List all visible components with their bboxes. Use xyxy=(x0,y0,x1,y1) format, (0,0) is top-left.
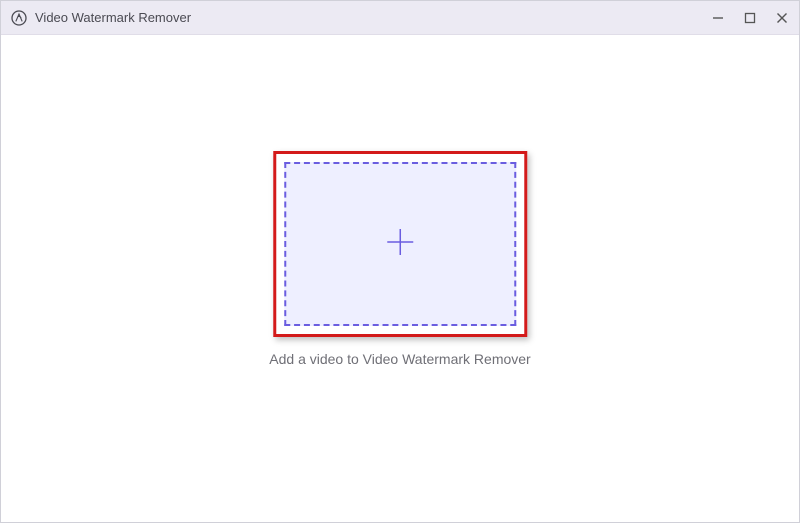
highlight-frame xyxy=(273,151,527,337)
plus-icon xyxy=(382,224,418,265)
dropzone-caption: Add a video to Video Watermark Remover xyxy=(269,351,530,367)
maximize-button[interactable] xyxy=(743,11,757,25)
content-area: Add a video to Video Watermark Remover xyxy=(1,35,799,522)
close-button[interactable] xyxy=(775,11,789,25)
app-title: Video Watermark Remover xyxy=(35,10,191,25)
maximize-icon xyxy=(744,12,756,24)
app-window: Video Watermark Remover xyxy=(0,0,800,523)
titlebar: Video Watermark Remover xyxy=(1,1,799,35)
add-video-dropzone[interactable] xyxy=(284,162,516,326)
minimize-button[interactable] xyxy=(711,11,725,25)
app-logo-icon xyxy=(11,10,27,26)
close-icon xyxy=(776,12,788,24)
dropzone-group: Add a video to Video Watermark Remover xyxy=(269,151,530,367)
window-controls xyxy=(711,11,789,25)
minimize-icon xyxy=(712,12,724,24)
